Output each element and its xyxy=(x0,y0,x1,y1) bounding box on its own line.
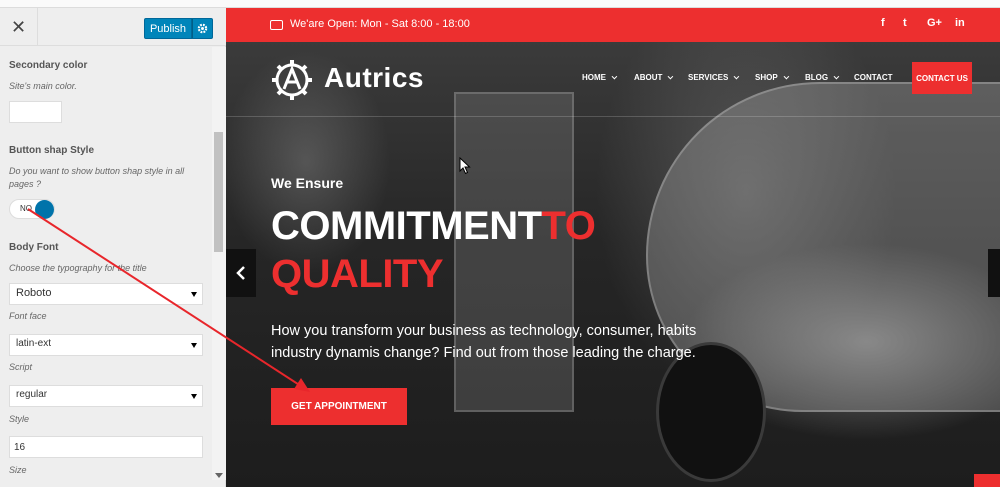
gear-icon xyxy=(197,23,208,34)
contact-us-button[interactable]: CONTACT US xyxy=(912,62,972,94)
nav-item-services[interactable]: SERVICES xyxy=(688,73,740,82)
hero-slider: Autrics HOME ABOUT SERVICES SHOP BLOG CO… xyxy=(226,42,1000,487)
hero-kicker: We Ensure xyxy=(271,175,344,191)
nav-item-blog[interactable]: BLOG xyxy=(805,73,840,82)
font-family-value: Roboto xyxy=(16,287,52,299)
nav-item-label: ABOUT xyxy=(634,73,663,82)
chevron-down-icon xyxy=(611,73,618,80)
font-script-value: latin-ext xyxy=(16,338,52,349)
toggle-knob xyxy=(35,200,54,219)
twitter-icon[interactable]: t xyxy=(903,17,907,29)
font-face-label: Font face xyxy=(9,311,47,321)
toggle-label: NO xyxy=(20,204,32,213)
chevron-down-icon xyxy=(783,73,789,80)
chevron-down-icon xyxy=(191,343,197,348)
nav-item-contact[interactable]: CONTACT xyxy=(854,73,893,82)
customizer-header: ✕ Publish xyxy=(0,8,226,46)
close-customizer-button[interactable]: ✕ xyxy=(0,8,38,46)
nav-item-home[interactable]: HOME xyxy=(582,73,618,82)
hero-headline: COMMITMENTTO QUALITY xyxy=(271,202,596,298)
style-label: Style xyxy=(9,414,30,424)
headline-white-part: COMMITMENT xyxy=(271,204,542,248)
publish-button[interactable]: Publish xyxy=(144,18,192,39)
browser-top-strip xyxy=(0,0,1000,8)
script-label: Script xyxy=(9,362,33,372)
chevron-down-icon xyxy=(733,73,740,80)
panel-scrollbar[interactable] xyxy=(212,47,226,480)
body-font-title: Body Font xyxy=(9,242,59,253)
nav-item-label: SHOP xyxy=(755,73,778,82)
google-plus-icon[interactable]: G+ xyxy=(927,17,942,29)
headline-red-part: TO xyxy=(541,204,596,248)
logo-icon[interactable] xyxy=(270,58,314,102)
nav-item-label: HOME xyxy=(582,73,606,82)
headline-red-line: QUALITY xyxy=(271,252,444,296)
font-script-select[interactable]: latin-ext xyxy=(9,334,203,356)
slider-prev-button[interactable] xyxy=(226,249,256,297)
body-font-description: Choose the typography for the title xyxy=(9,263,147,273)
font-family-select[interactable]: Roboto xyxy=(9,283,203,305)
nav-item-shop[interactable]: SHOP xyxy=(755,73,789,82)
chevron-left-icon xyxy=(236,266,245,280)
button-shape-toggle[interactable]: NO xyxy=(9,199,55,219)
mouse-cursor-icon xyxy=(459,157,471,175)
nav-item-label: SERVICES xyxy=(688,73,729,82)
chevron-down-icon xyxy=(833,73,840,80)
close-icon: ✕ xyxy=(10,16,27,37)
customizer-controls: Secondary color Site's main color. Butto… xyxy=(0,47,212,487)
publish-settings-button[interactable] xyxy=(192,18,213,39)
envelope-icon xyxy=(270,20,283,30)
font-style-select[interactable]: regular xyxy=(9,385,203,407)
facebook-icon[interactable]: f xyxy=(881,17,885,29)
logo-text[interactable]: Autrics xyxy=(324,62,424,94)
nav-item-about[interactable]: ABOUT xyxy=(634,73,674,82)
font-style-value: regular xyxy=(16,389,48,400)
scroll-down-arrow-icon[interactable] xyxy=(215,473,223,478)
chevron-down-icon xyxy=(191,394,197,399)
header-divider xyxy=(226,116,1000,117)
scrollbar-thumb[interactable] xyxy=(214,132,223,252)
nav-item-label: BLOG xyxy=(805,73,829,82)
font-size-input[interactable]: 16 xyxy=(9,436,203,458)
secondary-color-picker[interactable] xyxy=(9,101,62,123)
chevron-down-icon xyxy=(191,292,197,297)
secondary-color-description: Site's main color. xyxy=(9,81,77,91)
site-preview: We'are Open: Mon - Sat 8:00 - 18:00 f t … xyxy=(226,8,1000,487)
secondary-color-title: Secondary color xyxy=(9,60,88,71)
slider-next-button[interactable] xyxy=(988,249,1000,297)
size-label: Size xyxy=(9,465,27,475)
button-shape-description: Do you want to show button shap style in… xyxy=(9,166,185,189)
opening-hours: We'are Open: Mon - Sat 8:00 - 18:00 xyxy=(290,18,470,30)
button-shape-title: Button shap Style xyxy=(9,145,95,156)
linkedin-icon[interactable]: in xyxy=(955,17,965,29)
nav-item-label: CONTACT xyxy=(854,73,893,82)
get-appointment-button[interactable]: GET APPOINTMENT xyxy=(271,388,407,425)
site-topbar: We'are Open: Mon - Sat 8:00 - 18:00 f t … xyxy=(226,8,1000,42)
chevron-down-icon xyxy=(668,73,674,80)
customizer-panel: ✕ Publish Secondary color Site's main co… xyxy=(0,8,226,487)
hero-lead-text: How you transform your business as techn… xyxy=(271,323,697,361)
scroll-to-top-button[interactable] xyxy=(974,474,1000,487)
